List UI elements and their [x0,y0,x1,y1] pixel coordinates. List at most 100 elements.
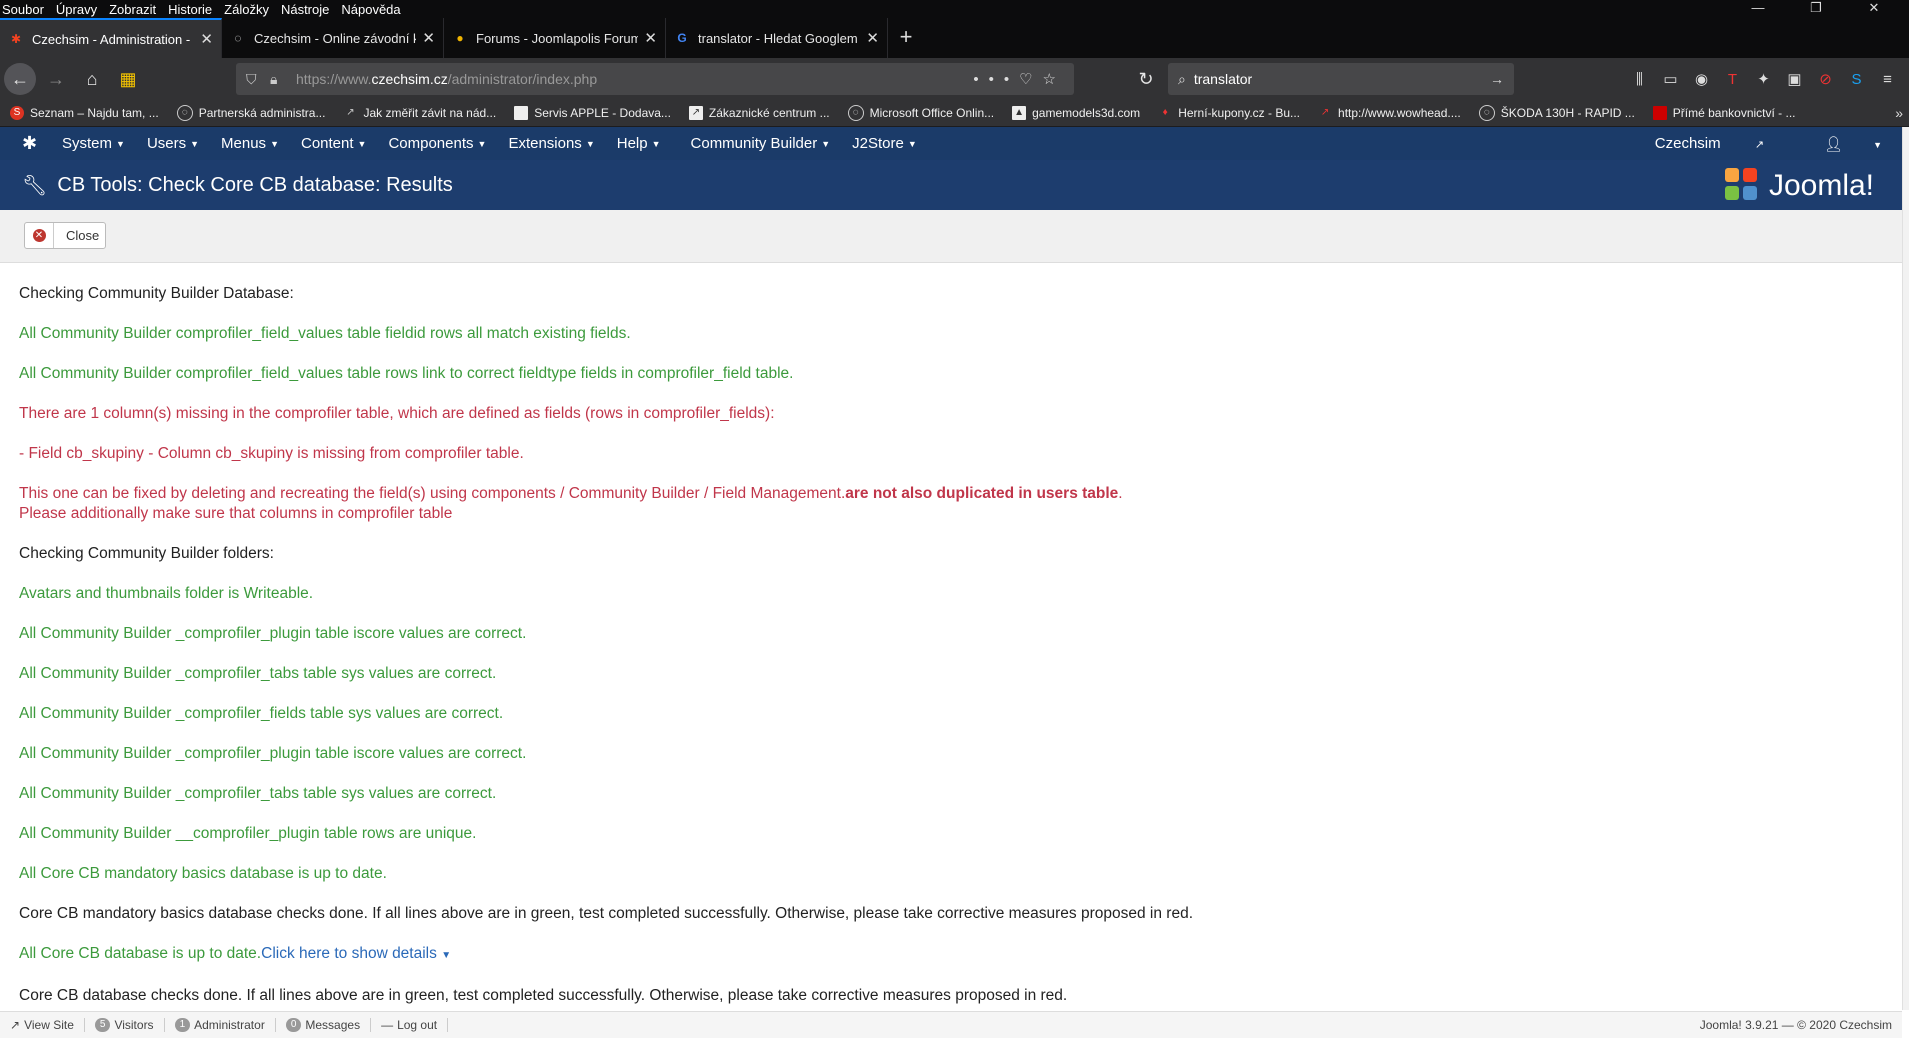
reload-icon[interactable]: ↻ [1130,63,1162,95]
shield-icon[interactable]: ⛉ [246,71,257,88]
tab-close-icon[interactable]: ✕ [200,30,213,48]
caret-down-icon: ▼ [821,139,831,150]
search-bar[interactable]: ⌕ translator → [1168,63,1514,95]
view-site-link[interactable]: ↗ View Site [10,1018,85,1032]
menu-napoveda[interactable]: Nápověda [341,2,400,17]
fix-bold-text: are not also duplicated in users table [845,485,1119,502]
user-menu[interactable]: 👤︎ ▼ [1794,135,1882,153]
tab-close-icon[interactable]: ✕ [422,29,435,47]
tab-joomlapolis[interactable]: ● Forums - Joomlapolis Forum ✕ [444,18,666,58]
menu-help[interactable]: Help ▼ [617,135,661,152]
menu-zobrazit[interactable]: Zobrazit [109,2,156,17]
menu-label: Content [300,135,354,152]
result-line: All Community Builder _comprofiler_tabs … [19,665,497,682]
skype-icon[interactable]: S [1841,71,1872,88]
bookmark-microsoft[interactable]: ◌ Microsoft Office Onlin... [847,105,994,121]
menu-menus[interactable]: Menus ▼ [221,135,279,152]
bookmark-servis-apple[interactable]: Servis APPLE - Dodava... [514,106,671,120]
administrator-status[interactable]: 1 Administrator [174,1018,276,1032]
minimize-icon[interactable]: — [1735,0,1781,16]
site-link[interactable]: Czechsim ↗ [1625,135,1764,152]
globe-icon: ◌ [176,105,193,121]
result-line: All Community Builder _comprofiler_tabs … [19,785,497,802]
bookmarks-overflow-icon[interactable]: » [1895,105,1903,121]
more-actions-icon[interactable]: ••• [973,71,1019,88]
menu-zalozky[interactable]: Záložky [224,2,269,17]
translate-t-icon[interactable]: T [1717,71,1748,88]
messages-status[interactable]: 0 Messages [285,1018,372,1032]
tab-google-translator[interactable]: G translator - Hledat Googlem ✕ [666,18,888,58]
sidebar-icon[interactable]: ▭ [1655,70,1686,88]
bookmark-partnerska[interactable]: ◌ Partnerská administra... [176,105,325,121]
bookmark-label: Servis APPLE - Dodava... [534,106,671,120]
forward-arrow-icon[interactable]: → [40,63,72,95]
minus-icon: — [381,1018,394,1032]
result-line: All Community Builder __comprofiler_plug… [19,825,477,842]
menu-nastroje[interactable]: Nástroje [281,2,329,17]
bookmark-zavit[interactable]: ↗ Jak změřit závit na nád... [343,106,496,120]
blocker-icon[interactable]: ⊘ [1810,70,1841,88]
result-line: Core CB mandatory basics database checks… [19,905,1194,922]
url-path: /administrator/index.php [447,71,598,87]
bookmark-star-icon[interactable]: ☆ [1043,71,1066,88]
library-icon[interactable]: ⫼ [1624,71,1655,88]
menu-system[interactable]: System ▼ [62,135,125,152]
joomla-logo: Joomla! [1724,168,1874,204]
caret-down-icon: ▼ [357,139,367,150]
home-icon[interactable]: ⌂ [76,63,108,95]
menu-content[interactable]: Content ▼ [301,135,366,152]
bank-icon [1652,106,1667,120]
close-button[interactable]: ✕ Close [24,222,106,249]
caret-down-icon: ▼ [585,139,595,150]
tab-close-icon[interactable]: ✕ [866,29,879,47]
menu-upravy[interactable]: Úpravy [56,2,97,17]
extension-grid-icon[interactable]: ▦ [112,63,144,95]
menu-historie[interactable]: Historie [168,2,212,17]
result-line: All Core CB database is up to date.Click… [19,944,1879,966]
lock-icon[interactable]: 🔒︎ [270,71,277,88]
tab-close-icon[interactable]: ✕ [644,29,657,47]
bookmark-seznam[interactable]: S Seznam – Najdu tam, ... [10,106,159,120]
result-line: - Field cb_skupiny - Column cb_skupiny i… [19,445,524,462]
caret-down-icon: ▼ [1873,139,1882,150]
menu-users[interactable]: Users ▼ [147,135,199,152]
extension-icon[interactable]: ✦ [1748,70,1779,88]
menu-j2store[interactable]: J2Store ▼ [852,135,917,152]
joomla-menu-logo-icon[interactable]: ✱ [22,133,44,154]
visitors-badge: 5 [94,1018,111,1032]
fix-text: This one can be fixed by deleting and re… [19,485,846,502]
restore-icon[interactable]: ❐ [1793,0,1839,16]
results-content: Checking Community Builder Database: All… [19,284,1879,1026]
tab-czechsim-online[interactable]: ◌ Czechsim - Online závodní komunita ✕ [222,18,444,58]
search-go-arrow-icon[interactable]: → [1490,71,1504,87]
account-icon[interactable]: ◉ [1686,70,1717,88]
url-bar[interactable]: ⛉ 🔒︎ https://www.czechsim.cz/administrat… [236,63,1074,95]
menu-soubor[interactable]: Soubor [2,2,44,17]
menu-community-builder[interactable]: Community Builder ▼ [691,135,831,152]
url-prefix: https://www. [296,71,372,87]
hamburger-menu-icon[interactable]: ≡ [1872,71,1903,88]
tab-czechsim-admin[interactable]: ✱ Czechsim - Administration - Czechsim ✕ [0,18,222,58]
bookmark-skoda[interactable]: ◌ ŠKODA 130H - RAPID ... [1478,105,1635,121]
tab-title: Forums - Joomlapolis Forum [476,30,639,46]
fix-period: . [1118,485,1123,502]
pocket-icon[interactable]: ♡ [1019,71,1042,88]
bookmark-bankovnictvi[interactable]: Přímé bankovnictví - ... [1652,106,1796,120]
logout-link[interactable]: — Log out [381,1018,449,1032]
menu-extensions[interactable]: Extensions ▼ [508,135,594,152]
bookmark-label: http://www.wowhead.... [1338,106,1461,120]
bookmark-wowhead[interactable]: ↗ http://www.wowhead.... [1318,106,1461,120]
bookmark-herni-kupony[interactable]: ♦ Herní-kupony.cz - Bu... [1158,106,1300,120]
menu-components[interactable]: Components ▼ [388,135,486,152]
page-scrollbar[interactable] [1902,127,1909,1010]
screenshot-icon[interactable]: ▣ [1779,70,1810,88]
back-arrow-icon[interactable]: ← [4,63,36,95]
visitors-status[interactable]: 5 Visitors [94,1018,165,1032]
bookmark-gamemodels[interactable]: ▲ gamemodels3d.com [1012,106,1140,120]
window-close-icon[interactable]: ✕ [1851,0,1897,16]
bookmark-zakaznicke[interactable]: ↗ Zákaznické centrum ... [688,106,830,120]
fix-text-second: Please additionally make sure that colum… [19,505,453,522]
new-tab-icon[interactable]: + [888,18,924,58]
show-details-link[interactable]: Click here to show details ▼ [261,945,451,962]
search-input[interactable]: translator [1194,71,1252,87]
